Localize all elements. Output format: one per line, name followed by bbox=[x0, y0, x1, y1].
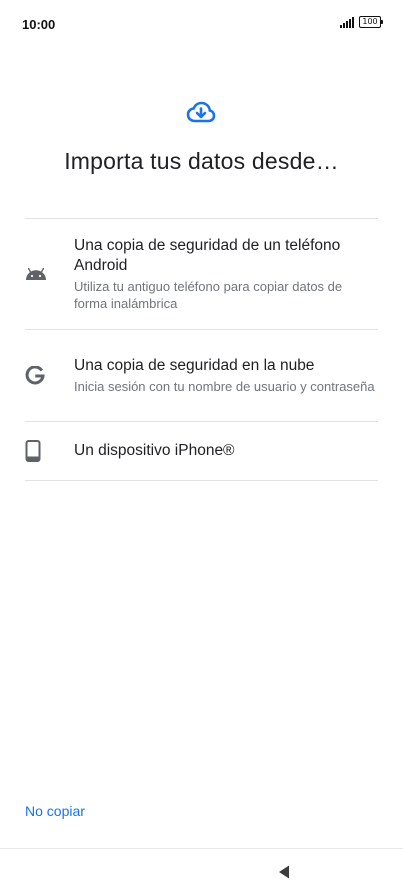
import-options-list: Una copia de seguridad de un teléfono An… bbox=[25, 218, 378, 481]
cloud-download-icon bbox=[186, 100, 216, 126]
nav-divider bbox=[0, 848, 403, 849]
android-icon bbox=[25, 267, 74, 281]
back-triangle-icon[interactable] bbox=[277, 864, 291, 880]
signal-icon bbox=[340, 16, 354, 28]
option-iphone-device[interactable]: Un dispositivo iPhone® bbox=[25, 422, 378, 481]
option-title: Una copia de seguridad en la nube bbox=[74, 357, 315, 374]
status-icons: 100 bbox=[340, 16, 383, 28]
battery-icon: 100 bbox=[359, 16, 383, 28]
phone-icon bbox=[25, 440, 74, 462]
option-subtitle: Utiliza tu antiguo teléfono para copiar … bbox=[74, 279, 343, 311]
option-cloud-backup[interactable]: Una copia de seguridad en la nube Inicia… bbox=[25, 330, 378, 422]
status-time: 10:00 bbox=[22, 17, 56, 32]
page-title: Importa tus datos desde… bbox=[64, 148, 339, 174]
option-android-backup[interactable]: Una copia de seguridad de un teléfono An… bbox=[25, 219, 378, 330]
skip-button[interactable]: No copiar bbox=[25, 803, 85, 819]
status-bar: 10:00 100 bbox=[0, 0, 403, 50]
google-icon bbox=[25, 365, 74, 386]
option-subtitle: Inicia sesión con tu nombre de usuario y… bbox=[74, 379, 375, 394]
option-title: Un dispositivo iPhone® bbox=[74, 442, 235, 459]
option-title: Una copia de seguridad de un teléfono An… bbox=[74, 237, 341, 274]
